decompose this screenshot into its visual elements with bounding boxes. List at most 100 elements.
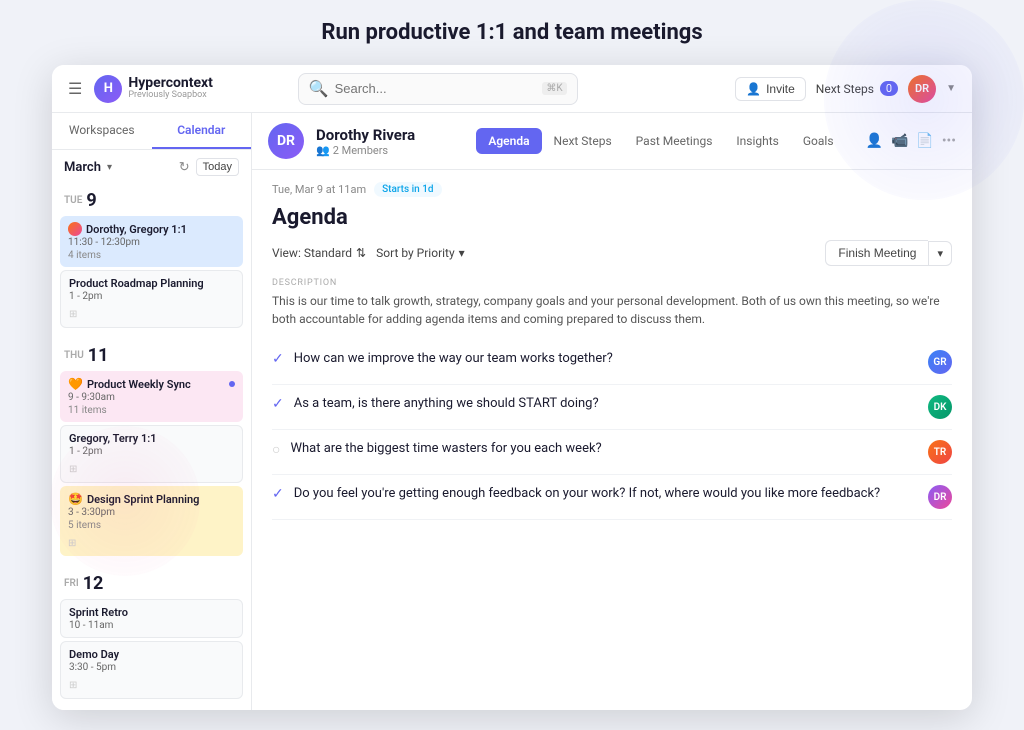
event-count: 4 items <box>68 250 235 261</box>
meeting-header: DR Dorothy Rivera 👥 2 Members Agenda Nex… <box>252 113 972 170</box>
view-select[interactable]: View: Standard ⇅ <box>272 246 366 260</box>
event-title: Gregory, Terry 1:1 <box>69 432 234 445</box>
day-section-tue: TUE 9 Dorothy, Gregory 1:1 11:30 - 12:30… <box>52 184 251 339</box>
starts-badge: Starts in 1d <box>374 182 441 197</box>
meeting-info: Dorothy Rivera 👥 2 Members <box>316 126 464 157</box>
description-section: DESCRIPTION This is our time to talk gro… <box>272 278 952 328</box>
page-title: Run productive 1:1 and team meetings <box>321 20 702 45</box>
agenda-item: ✓ How can we improve the way our team wo… <box>272 340 952 385</box>
tab-agenda[interactable]: Agenda <box>476 128 541 154</box>
event-title: Sprint Retro <box>69 606 234 619</box>
event-count: 11 items <box>68 405 235 416</box>
finish-meeting-main[interactable]: Finish Meeting <box>825 240 928 266</box>
avatar[interactable]: DR <box>908 75 936 103</box>
content-area: DR Dorothy Rivera 👥 2 Members Agenda Nex… <box>252 113 972 710</box>
event-product-roadmap[interactable]: Product Roadmap Planning 1 - 2pm ⊞ <box>60 270 243 328</box>
calendar-header: March ▾ ↻ Today <box>52 150 251 184</box>
today-button[interactable]: Today <box>196 158 239 176</box>
meeting-members: 👥 2 Members <box>316 144 464 157</box>
day-num-tue: 9 <box>86 190 96 211</box>
circle-icon: ○ <box>272 441 280 458</box>
sort-chevron-icon: ▾ <box>459 246 465 260</box>
finish-meeting-button[interactable]: Finish Meeting ▾ <box>825 240 952 266</box>
logo-icon: H <box>94 75 122 103</box>
hamburger-icon[interactable]: ☰ <box>68 79 82 98</box>
agenda-item-text: What are the biggest time wasters for yo… <box>290 440 918 458</box>
sidebar: Workspaces Calendar March ▾ ↻ Today TUE … <box>52 113 252 710</box>
app-window: ☰ H Hypercontext Previously Soapbox 🔍 ⌘K… <box>52 65 972 710</box>
event-time: 11:30 - 12:30pm <box>68 237 235 248</box>
event-sprint-retro[interactable]: Sprint Retro 10 - 11am <box>60 599 243 638</box>
event-dorothy-gregory[interactable]: Dorothy, Gregory 1:1 11:30 - 12:30pm 4 i… <box>60 216 243 267</box>
agenda-meta: Tue, Mar 9 at 11am Starts in 1d <box>272 182 952 197</box>
logo-text: Hypercontext Previously Soapbox <box>128 76 213 101</box>
view-chevron-icon: ⇅ <box>356 246 366 260</box>
video-icon[interactable]: 📹 <box>891 133 908 149</box>
agenda-controls: View: Standard ⇅ Sort by Priority ▾ Fini… <box>272 240 952 266</box>
day-num-fri: 12 <box>83 573 104 594</box>
meeting-avatar: DR <box>268 123 304 159</box>
invite-icon: 👤 <box>746 82 761 96</box>
agenda-item-text: Do you feel you're getting enough feedba… <box>294 485 918 503</box>
search-input[interactable] <box>335 81 537 96</box>
event-product-weekly[interactable]: 🧡 Product Weekly Sync 9 - 9:30am 11 item… <box>60 371 243 422</box>
tab-calendar[interactable]: Calendar <box>152 113 252 149</box>
search-shortcut: ⌘K <box>542 82 566 95</box>
sort-select[interactable]: Sort by Priority ▾ <box>376 246 465 260</box>
tab-insights[interactable]: Insights <box>724 128 790 154</box>
meeting-tabs: Agenda Next Steps Past Meetings Insights… <box>476 128 845 154</box>
logo-sub: Previously Soapbox <box>128 91 213 101</box>
agenda-item-text: As a team, is there anything we should S… <box>294 395 918 413</box>
day-abbr-tue: TUE <box>64 195 82 206</box>
logo-area: H Hypercontext Previously Soapbox <box>94 75 213 103</box>
agenda-item: ✓ Do you feel you're getting enough feed… <box>272 475 952 520</box>
day-header-tue: TUE 9 <box>52 184 251 213</box>
agenda-area: Tue, Mar 9 at 11am Starts in 1d Agenda V… <box>252 170 972 710</box>
document-icon[interactable]: 📄 <box>916 133 933 149</box>
members-icon: 👥 <box>316 144 330 157</box>
next-steps-badge[interactable]: Next Steps 0 <box>816 81 898 96</box>
next-steps-count: 0 <box>880 81 898 96</box>
avatar: GR <box>928 350 952 374</box>
event-time: 1 - 2pm <box>69 446 234 457</box>
event-time: 9 - 9:30am <box>68 392 235 403</box>
add-person-icon[interactable]: 👤 <box>866 133 883 149</box>
event-design-sprint[interactable]: 🤩 Design Sprint Planning 3 - 3:30pm 5 it… <box>60 486 243 556</box>
event-title: Dorothy, Gregory 1:1 <box>68 222 235 236</box>
refresh-icon[interactable]: ↻ <box>179 160 190 175</box>
finish-meeting-arrow[interactable]: ▾ <box>928 241 952 266</box>
event-icon: ⊞ <box>69 309 77 320</box>
description-label: DESCRIPTION <box>272 278 952 288</box>
chevron-down-icon[interactable]: ▼ <box>946 83 956 94</box>
day-section-thu: THU 11 🧡 Product Weekly Sync 9 - 9:30am … <box>52 339 251 567</box>
event-icon: ⊞ <box>69 680 77 691</box>
agenda-title: Agenda <box>272 205 952 230</box>
tab-past-meetings[interactable]: Past Meetings <box>624 128 725 154</box>
event-title: 🤩 Design Sprint Planning <box>68 492 235 506</box>
day-abbr-fri: FRI <box>64 578 79 589</box>
event-icon: ⊞ <box>69 464 77 475</box>
agenda-items: ✓ How can we improve the way our team wo… <box>272 340 952 520</box>
event-title: Product Roadmap Planning <box>69 277 234 290</box>
event-time: 3 - 3:30pm <box>68 507 235 518</box>
event-time: 1 - 2pm <box>69 291 234 302</box>
event-gregory-terry[interactable]: Gregory, Terry 1:1 1 - 2pm ⊞ <box>60 425 243 483</box>
calendar-controls: ↻ Today <box>179 158 239 176</box>
avatar: TR <box>928 440 952 464</box>
tab-workspaces[interactable]: Workspaces <box>52 113 152 149</box>
event-count: 5 items <box>68 520 235 531</box>
tab-goals[interactable]: Goals <box>791 128 846 154</box>
day-abbr-thu: THU <box>64 350 84 361</box>
more-options-icon[interactable]: ••• <box>942 133 956 149</box>
event-demo-day[interactable]: Demo Day 3:30 - 5pm ⊞ <box>60 641 243 699</box>
month-arrow-icon[interactable]: ▾ <box>107 162 112 173</box>
event-time: 10 - 11am <box>69 620 234 631</box>
top-bar: ☰ H Hypercontext Previously Soapbox 🔍 ⌘K… <box>52 65 972 113</box>
tab-next-steps[interactable]: Next Steps <box>542 128 624 154</box>
check-icon: ✓ <box>272 351 284 367</box>
agenda-item: ○ What are the biggest time wasters for … <box>272 430 952 475</box>
search-bar[interactable]: 🔍 ⌘K <box>298 73 578 105</box>
invite-button[interactable]: 👤 Invite <box>735 77 806 101</box>
meeting-date: Tue, Mar 9 at 11am <box>272 183 366 196</box>
check-icon: ✓ <box>272 486 284 502</box>
